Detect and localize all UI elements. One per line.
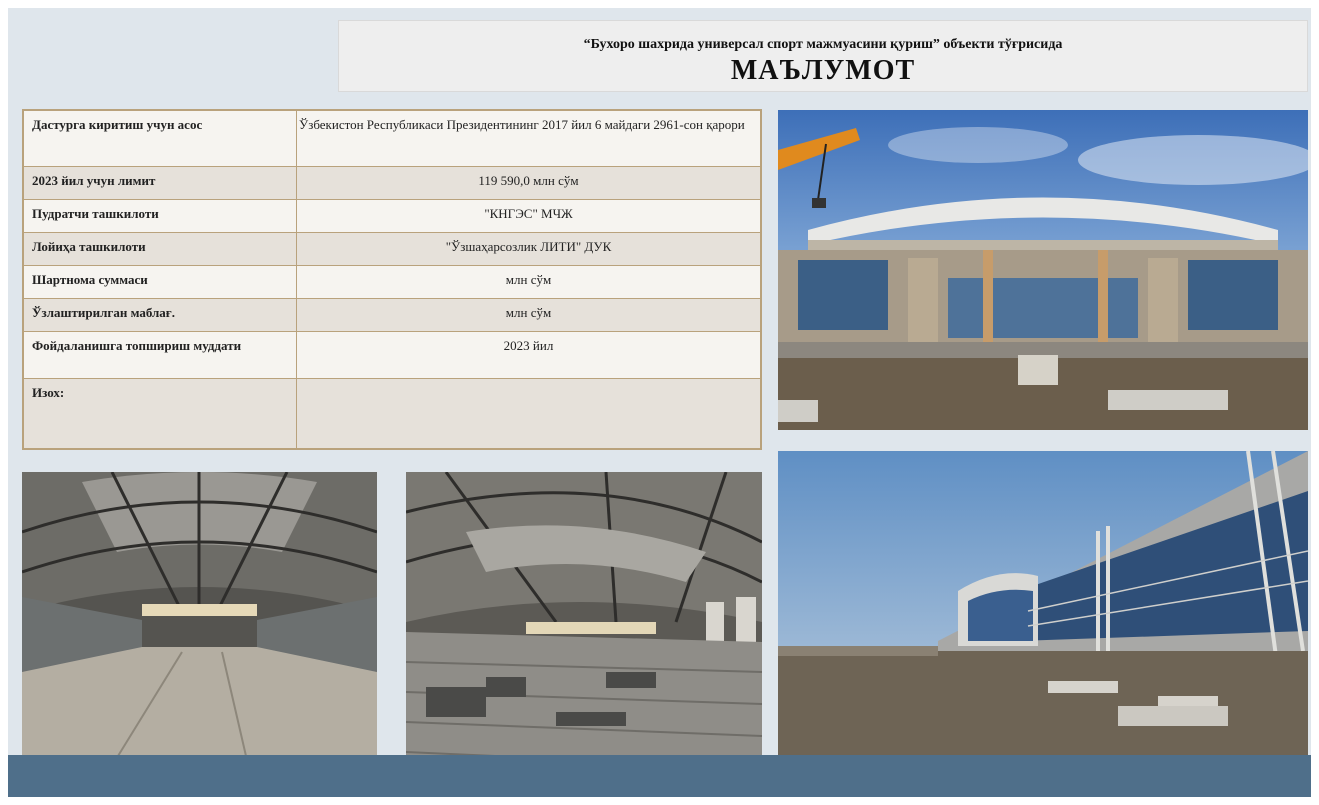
page-title: МАЪЛУМОТ	[730, 55, 916, 86]
row-label: Изох:	[22, 377, 297, 450]
row-label: Ўзлаштирилган маблағ.	[22, 297, 297, 332]
row-value: 2023 йил	[296, 330, 762, 379]
row-value: Ўзбекистон Республикаси Президентининг 2…	[296, 109, 762, 167]
row-label: Шартнома суммаси	[22, 264, 297, 299]
row-label: Лойиҳа ташкилоти	[22, 231, 297, 266]
table-row: Дастурга киритиш учун асос Ўзбекистон Ре…	[22, 109, 762, 167]
row-label: Фойдаланишга топшириш муддати	[22, 330, 297, 379]
row-value	[296, 377, 762, 450]
table-row: 2023 йил учун лимит 119 590,0 млн сўм	[22, 165, 762, 200]
row-value: "КНГЭС" МЧЖ	[296, 198, 762, 233]
photo-arena-interior-1	[22, 472, 377, 782]
row-value: "Ўзшаҳарсозлик ЛИТИ" ДУК	[296, 231, 762, 266]
row-label: Дастурга киритиш учун асос	[22, 109, 297, 167]
table-row: Ўзлаштирилган маблағ. млн сўм	[22, 297, 762, 332]
table-row: Фойдаланишга топшириш муддати 2023 йил	[22, 330, 762, 379]
row-value: млн сўм	[296, 297, 762, 332]
info-table: Дастурга киритиш учун асос Ўзбекистон Ре…	[22, 109, 762, 450]
row-value: млн сўм	[296, 264, 762, 299]
title-subtitle: “Бухоро шахрида универсал спорт мажмуаси…	[583, 37, 1063, 52]
title-box: “Бухоро шахрида универсал спорт мажмуаси…	[338, 20, 1308, 92]
row-value: 119 590,0 млн сўм	[296, 165, 762, 200]
table-row: Пудратчи ташкилоти "КНГЭС" МЧЖ	[22, 198, 762, 233]
photo-arena-interior-2	[406, 472, 762, 782]
table-row: Лойиҳа ташкилоти "Ўзшаҳарсозлик ЛИТИ" ДУ…	[22, 231, 762, 266]
row-label: 2023 йил учун лимит	[22, 165, 297, 200]
photo-building-front	[778, 110, 1308, 430]
table-row: Шартнома суммаси млн сўм	[22, 264, 762, 299]
photo-building-side	[778, 451, 1308, 782]
slide: “Бухоро шахрида универсал спорт мажмуаси…	[8, 8, 1311, 797]
bottom-band	[8, 755, 1311, 797]
row-label: Пудратчи ташкилоти	[22, 198, 297, 233]
table-row: Изох:	[22, 377, 762, 450]
